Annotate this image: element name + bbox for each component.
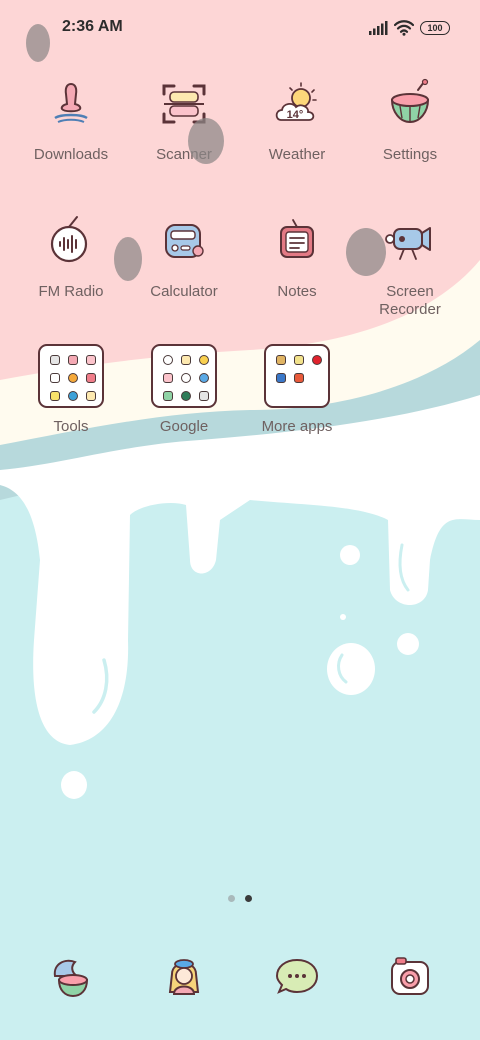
mini-app-icon (181, 373, 191, 383)
overlay-blob (114, 237, 142, 281)
mini-app-icon (294, 355, 304, 365)
mini-app-icon (68, 391, 78, 401)
folder-preview (151, 344, 217, 408)
settings-icon (390, 78, 430, 124)
mini-app-icon (50, 373, 60, 383)
mini-app-icon (276, 373, 286, 383)
app-label-line-2: Recorder (379, 301, 441, 318)
app-fm-radio[interactable]: FM Radio (16, 215, 126, 301)
app-notes[interactable]: Notes (242, 215, 352, 301)
screen-recorder-icon (385, 227, 431, 260)
mini-app-icon (276, 355, 286, 365)
downloads-icon (54, 82, 88, 123)
page-dot-2-active[interactable] (245, 895, 252, 902)
app-label: FM Radio (38, 283, 104, 300)
folder-google[interactable]: Google (129, 344, 239, 435)
app-calculator[interactable]: Calculator (129, 215, 239, 301)
chat-bubble-icon[interactable] (275, 954, 319, 998)
overlay-blob (188, 118, 224, 164)
fm-radio-icon (50, 216, 88, 263)
weather-temp: 14° (287, 109, 304, 121)
app-label: Notes (277, 283, 317, 300)
folder-preview (264, 344, 330, 408)
overlay-blob (346, 228, 386, 276)
app-label: Calculator (150, 283, 218, 300)
app-label: Downloads (33, 146, 109, 163)
mini-app-icon (68, 355, 78, 365)
folder-label: Google (159, 418, 209, 435)
mini-app-icon (50, 391, 60, 401)
mini-app-icon (86, 355, 96, 365)
wifi-icon (394, 20, 414, 36)
app-scanner[interactable]: Scanner (129, 78, 239, 164)
mini-app-icon (199, 391, 209, 401)
mini-app-icon (50, 355, 60, 365)
status-icons: 100 (368, 18, 450, 38)
folder-preview (38, 344, 104, 408)
mini-app-icon (163, 391, 173, 401)
app-label: Weather (268, 146, 326, 163)
folder-label: More apps (261, 418, 333, 435)
mini-app-icon (199, 373, 209, 383)
mini-app-icon (163, 355, 173, 365)
signal-icon (369, 21, 388, 35)
mini-app-icon (163, 373, 173, 383)
camera-icon[interactable] (388, 954, 432, 998)
mini-app-icon (181, 355, 191, 365)
app-weather[interactable]: 14° Weather (242, 78, 352, 164)
app-label-line-1: Screen (386, 283, 434, 300)
notes-icon (280, 219, 314, 258)
page-indicator (228, 895, 258, 903)
status-time: 2:36 AM (62, 18, 123, 35)
app-settings[interactable]: Settings (355, 78, 465, 164)
app-downloads[interactable]: Downloads (16, 78, 126, 164)
girl-character-icon[interactable] (162, 954, 206, 998)
calculator-icon (165, 224, 204, 258)
mini-app-icon (181, 391, 191, 401)
mini-app-icon (312, 355, 322, 365)
mini-app-icon (68, 373, 78, 383)
folder-more-apps[interactable]: More apps (242, 344, 352, 435)
app-label: Screen Recorder (355, 283, 465, 319)
page-dot-1[interactable] (228, 895, 235, 902)
overlay-blob (26, 24, 50, 62)
mini-app-icon (86, 373, 96, 383)
battery-indicator: 100 (420, 21, 450, 35)
mini-app-icon (86, 391, 96, 401)
folder-label: Tools (53, 418, 89, 435)
bird-cake-icon[interactable] (49, 954, 93, 998)
app-label: Settings (382, 146, 438, 163)
weather-icon: 14° (275, 82, 317, 121)
mini-app-icon (199, 355, 209, 365)
status-bar: 2:36 AM 100 (0, 0, 480, 56)
folder-tools[interactable]: Tools (16, 344, 126, 435)
mini-app-icon (294, 373, 304, 383)
